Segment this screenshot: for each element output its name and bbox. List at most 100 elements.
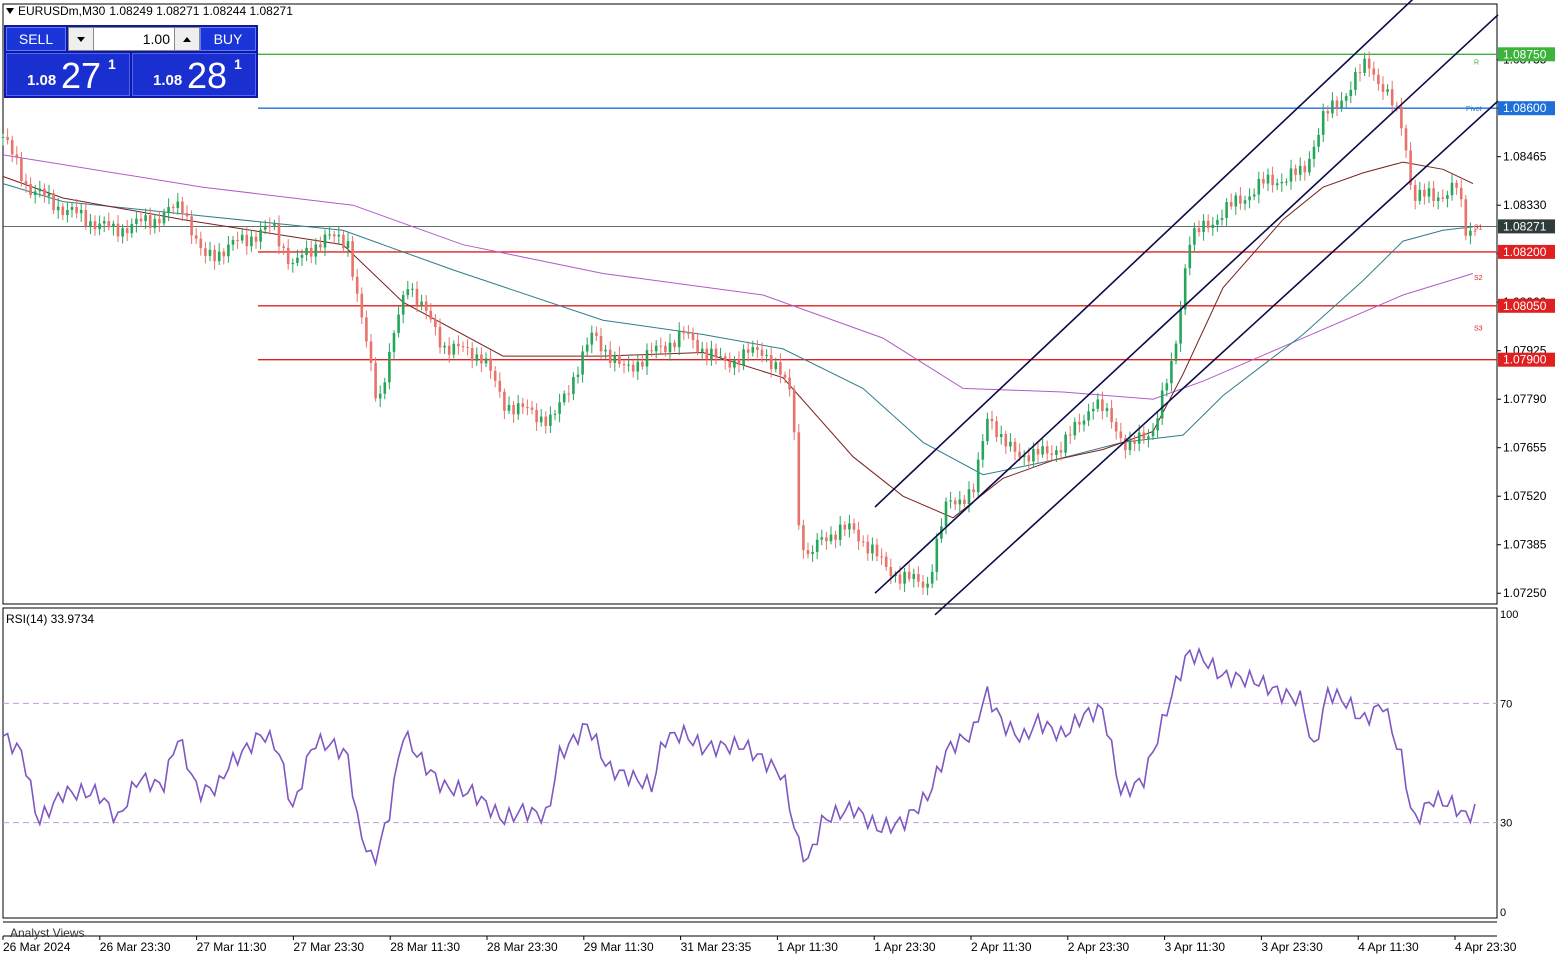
candle-body xyxy=(29,184,32,196)
time-tick-label-1: 26 Mar 23:30 xyxy=(100,940,171,954)
candle-body xyxy=(1078,421,1081,425)
candle-body xyxy=(530,407,534,410)
candle-body xyxy=(429,310,433,320)
candle-body xyxy=(1257,178,1261,195)
candle-body xyxy=(130,223,134,234)
candle-body xyxy=(861,541,865,543)
candle-body xyxy=(171,206,175,209)
candle-body xyxy=(1027,455,1031,462)
candle-body xyxy=(328,234,331,236)
price-tick-label-7: 1.07790 xyxy=(1503,392,1547,406)
candle-body xyxy=(1390,89,1394,106)
candle-body xyxy=(447,345,451,355)
candle-body xyxy=(710,348,713,360)
candle-body xyxy=(705,348,709,360)
candle-body xyxy=(1197,228,1201,233)
price-tick-label-8: 1.07655 xyxy=(1503,441,1547,455)
candle-body xyxy=(1432,188,1435,201)
candle-body xyxy=(1170,361,1173,384)
chevron-down-icon xyxy=(77,36,85,42)
candle-body xyxy=(1363,58,1366,73)
candle-body xyxy=(521,403,525,408)
candle-body xyxy=(1073,421,1077,436)
candle-body xyxy=(572,376,575,395)
candle-body xyxy=(503,391,506,411)
lot-increase-button[interactable] xyxy=(174,27,200,51)
rsi-tick-label-0: 100 xyxy=(1500,609,1518,621)
candle-body xyxy=(1225,202,1228,219)
candle-body xyxy=(1009,441,1012,447)
buy-button[interactable]: BUY xyxy=(200,27,256,51)
candle-body xyxy=(825,537,828,542)
candle-body xyxy=(714,348,718,357)
candle-body xyxy=(1303,165,1307,173)
candle-body xyxy=(125,228,129,234)
analyst-views-label[interactable]: Analyst Views xyxy=(10,926,84,940)
candle-body xyxy=(1239,195,1242,204)
candle-body xyxy=(944,501,948,527)
candle-body xyxy=(374,362,377,399)
symbol-header[interactable]: EURUSDm,M30 1.08249 1.08271 1.08244 1.08… xyxy=(6,4,293,18)
time-tick-label-0: 26 Mar 2024 xyxy=(3,940,71,954)
candle-body xyxy=(466,347,469,349)
candle-body xyxy=(420,301,423,305)
candle-body xyxy=(659,345,663,347)
chart-area[interactable]: RPivotS1S2S31.087351.086001.084651.08330… xyxy=(0,0,1560,960)
candle-body xyxy=(1188,244,1192,269)
candle-body xyxy=(636,361,640,372)
candle-body xyxy=(337,234,341,237)
candle-body xyxy=(470,347,474,361)
candle-body xyxy=(457,343,460,347)
candle-body xyxy=(843,524,847,530)
candle-body xyxy=(1206,220,1210,229)
sell-quote[interactable]: 1.08 27 1 xyxy=(6,53,130,96)
candle-body xyxy=(185,213,189,217)
symbol-menu-icon[interactable] xyxy=(6,8,14,14)
candle-body xyxy=(1202,220,1205,233)
candle-body xyxy=(848,523,851,530)
candle-body xyxy=(1308,158,1311,173)
candle-body xyxy=(880,556,883,558)
candle-body xyxy=(682,330,686,334)
candle-body xyxy=(553,413,557,415)
candle-body xyxy=(1018,451,1021,458)
candle-body xyxy=(1133,440,1136,444)
candle-body xyxy=(677,330,681,348)
candle-body xyxy=(1266,174,1270,184)
candle-body xyxy=(875,544,879,557)
candle-body xyxy=(401,295,405,315)
candle-body xyxy=(199,238,203,249)
candle-body xyxy=(774,362,778,370)
ma-fast-line xyxy=(2,161,1474,519)
rsi-tick-label-3: 0 xyxy=(1500,907,1506,919)
candle-body xyxy=(1321,111,1325,135)
candle-body xyxy=(590,332,594,345)
candle-body xyxy=(765,355,768,357)
candle-body xyxy=(498,380,502,392)
candle-body xyxy=(1372,68,1376,75)
candle-body xyxy=(475,354,479,361)
pivot-tag-4: S3 xyxy=(1474,325,1483,332)
candle-body xyxy=(1262,178,1265,184)
candle-body xyxy=(52,193,55,211)
candle-body xyxy=(779,362,782,375)
time-tick-label-11: 2 Apr 23:30 xyxy=(1068,940,1130,954)
lot-decrease-button[interactable] xyxy=(68,27,94,51)
level-price-tag-0: 1.08750 xyxy=(1503,47,1547,61)
candle-body xyxy=(1114,422,1118,432)
time-tick-label-5: 28 Mar 23:30 xyxy=(487,940,558,954)
buy-quote[interactable]: 1.08 28 1 xyxy=(132,53,256,96)
candle-body xyxy=(493,370,497,381)
candle-body xyxy=(424,301,428,311)
candle-body xyxy=(576,374,580,377)
sell-button[interactable]: SELL xyxy=(6,27,66,51)
candle-body xyxy=(700,348,704,352)
candle-body xyxy=(631,364,635,372)
rsi-panel-frame xyxy=(2,607,1498,919)
candle-body xyxy=(1050,453,1054,455)
candle-body xyxy=(1252,194,1256,197)
candle-body xyxy=(194,235,198,239)
lot-size-input[interactable] xyxy=(94,27,174,51)
candle-body xyxy=(213,249,216,262)
candle-body xyxy=(43,188,46,197)
